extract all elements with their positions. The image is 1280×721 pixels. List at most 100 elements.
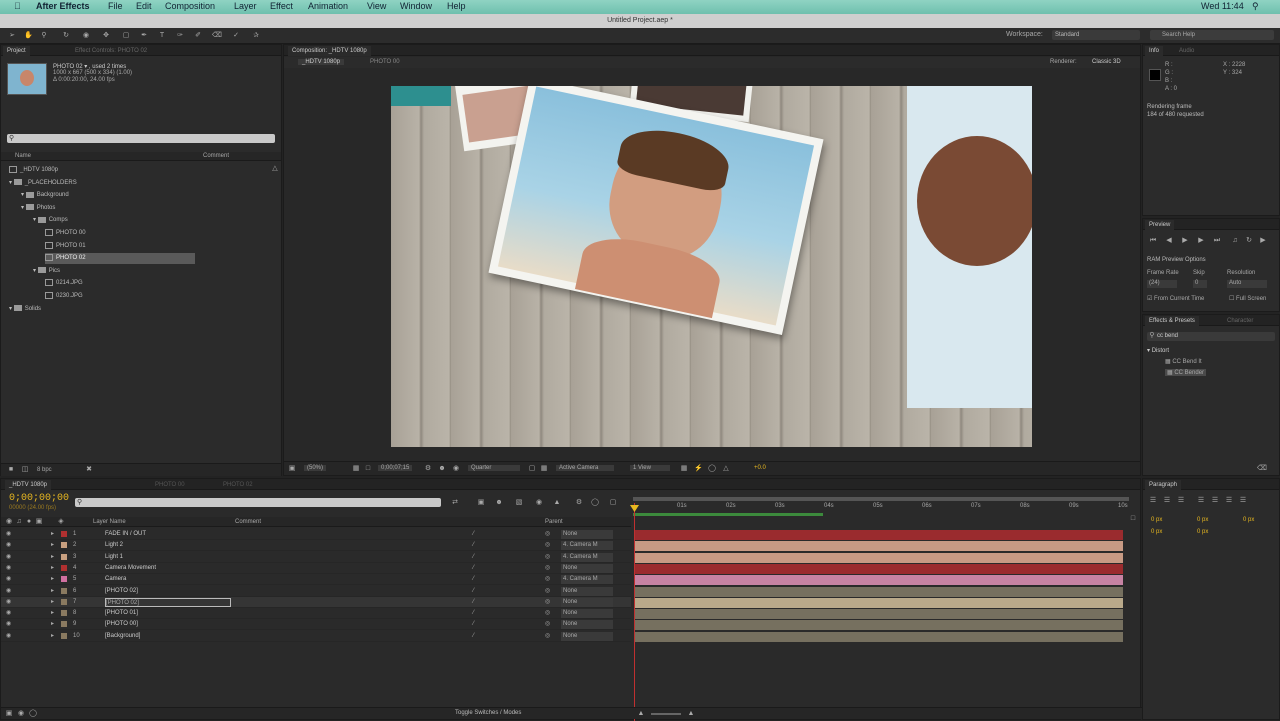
resolution-select[interactable]: Quarter [468,465,520,471]
quality-switch-icon[interactable]: ⁄ [473,619,474,630]
menu-composition[interactable]: Composition [165,1,215,11]
live-update-icon[interactable]: ◯ [591,499,599,507]
workspace-select[interactable]: Standard [1052,30,1140,40]
visibility-eye-icon[interactable]: ◉ [6,586,11,597]
justify-center-icon[interactable]: ☰ [1211,497,1219,505]
brainstorm-icon[interactable]: ⚙ [575,499,583,507]
label-color-swatch[interactable] [61,587,67,594]
project-item[interactable]: PHOTO 02 [45,253,195,265]
shy-icon[interactable]: ☻ [495,499,503,507]
space-before[interactable]: 0 px [1151,529,1162,535]
timeline-icon[interactable]: ◯ [708,465,716,473]
menu-view[interactable]: View [367,1,386,11]
label-color-swatch[interactable] [61,632,67,639]
channel-icon[interactable]: ◉ [452,465,460,473]
frame-rate-select[interactable]: (24) [1147,280,1177,288]
menu-effect[interactable]: Effect [270,1,293,11]
label-color-swatch[interactable] [61,621,67,628]
layer-duration-bar[interactable] [635,609,1123,620]
expand-layer-switches-icon[interactable]: ▣ [5,710,13,718]
expand-layer-icon[interactable]: ▸ [51,597,54,608]
expand-layer-icon[interactable]: ▸ [51,586,54,597]
visibility-eye-icon[interactable]: ◉ [6,574,11,585]
spotlight-icon[interactable]: ⚲ [1252,1,1259,12]
brush-tool-icon[interactable]: ✑ [176,32,184,40]
work-area-bar[interactable] [633,497,1129,501]
effects-category-distort[interactable]: ▾ Distort [1147,347,1169,354]
quality-switch-icon[interactable]: ⁄ [473,563,474,574]
layer-duration-bar[interactable] [635,586,1123,597]
indent-right[interactable]: 0 px [1197,517,1208,523]
hand-tool-icon[interactable]: ✋ [24,32,33,40]
last-frame-icon[interactable]: ⏭ [1213,237,1221,245]
timeline-search-input[interactable]: ⚲ [75,498,441,507]
bpc-label[interactable]: 8 bpc [37,467,52,473]
camera-select[interactable]: Active Camera [556,465,614,471]
tab-preview[interactable]: Preview [1145,220,1175,230]
layer-row[interactable]: ◉ ▸ 10 [Background] ⁄ ◎ None [1,631,631,642]
layer-duration-bar[interactable] [635,575,1123,586]
renderer-value[interactable]: Classic 3D [1092,59,1121,65]
time-ruler[interactable]: 01s 02s 03s 04s 05s 06s 07s 08s 09s 10s [633,495,1129,519]
zoom-tool-icon[interactable]: ⚲ [40,32,48,40]
snapshot-icon[interactable]: ⚙ [424,465,432,473]
subtab-photo00[interactable]: PHOTO 00 [370,59,400,65]
project-item[interactable]: _HDTV 1080p [9,165,58,176]
exposure-value[interactable]: +0.0 [754,465,766,471]
layer-row[interactable]: ◉ ▸ 3 Light 1 ⁄ ◎ 4. Camera M [1,552,631,563]
quality-switch-icon[interactable]: ⁄ [473,586,474,597]
project-item[interactable]: ▾ Comps [33,215,68,226]
graph-editor-icon[interactable]: ▲ [553,499,561,507]
comp-button-icon[interactable]: ▢ [609,499,617,507]
timeline-nav-icon[interactable]: □ [1129,515,1139,525]
from-current-time-checkbox[interactable]: ☑ From Current Time [1147,295,1204,302]
tab-timeline-photo00[interactable]: PHOTO 00 [151,480,189,490]
project-item[interactable]: ▾ Pics [33,266,60,277]
label-color-swatch[interactable] [61,576,67,583]
layer-name[interactable]: [PHOTO 02] [105,597,231,607]
layer-name[interactable]: [PHOTO 00] [105,619,138,630]
menu-help[interactable]: Help [447,1,466,11]
col-layer-name[interactable]: Layer Name [93,519,126,525]
clone-tool-icon[interactable]: ✐ [194,32,202,40]
align-right-icon[interactable]: ☰ [1177,497,1185,505]
menu-window[interactable]: Window [400,1,432,11]
parent-select[interactable]: None [561,609,613,619]
indent-left[interactable]: 0 px [1151,517,1162,523]
expand-time-icon[interactable]: ◯ [29,710,37,718]
subtab-hdtv[interactable]: _HDTV 1080p [298,59,345,65]
layer-duration-bar[interactable] [635,631,1123,642]
visibility-eye-icon[interactable]: ◉ [6,619,11,630]
parent-select[interactable]: None [561,620,613,630]
tab-effect-controls[interactable]: Effect Controls: PHOTO 02 [71,46,151,56]
parent-select[interactable]: 4. Camera M [561,552,613,562]
expand-layer-icon[interactable]: ▸ [51,631,54,642]
tab-character[interactable]: Character [1223,316,1257,326]
fast-previews-icon[interactable]: ⚡ [694,465,703,473]
parent-select[interactable]: None [561,631,613,641]
tab-info[interactable]: Info [1145,46,1164,56]
visibility-eye-icon[interactable]: ◉ [6,631,11,642]
project-item[interactable]: 0230.JPG [45,291,83,302]
menu-edit[interactable]: Edit [136,1,152,11]
parent-pickwhip-icon[interactable]: ◎ [545,563,550,574]
parent-pickwhip-icon[interactable]: ◎ [545,586,550,597]
ram-preview-icon[interactable]: ▶ [1259,237,1267,245]
project-item[interactable]: ▾ Solids [9,304,41,315]
prev-frame-icon[interactable]: ◀ [1165,237,1173,245]
parent-select[interactable]: None [561,586,613,596]
visibility-eye-icon[interactable]: ◉ [6,540,11,551]
visibility-eye-icon[interactable]: ◉ [6,597,11,608]
quality-switch-icon[interactable]: ⁄ [473,608,474,619]
parent-pickwhip-icon[interactable]: ◎ [545,552,550,563]
label-color-swatch[interactable] [61,610,67,617]
layer-duration-bar[interactable] [635,552,1123,563]
expand-layer-icon[interactable]: ▸ [51,619,54,630]
expand-layer-icon[interactable]: ▸ [51,552,54,563]
align-center-icon[interactable]: ☰ [1163,497,1171,505]
interpret-footage-icon[interactable]: ■ [7,466,15,474]
justify-left-icon[interactable]: ☰ [1197,497,1205,505]
new-folder-icon[interactable]: ◫ [21,466,29,474]
effect-cc-bender[interactable]: ▦ CC Bender [1165,369,1207,376]
full-screen-checkbox[interactable]: ☐ Full Screen [1229,295,1266,302]
